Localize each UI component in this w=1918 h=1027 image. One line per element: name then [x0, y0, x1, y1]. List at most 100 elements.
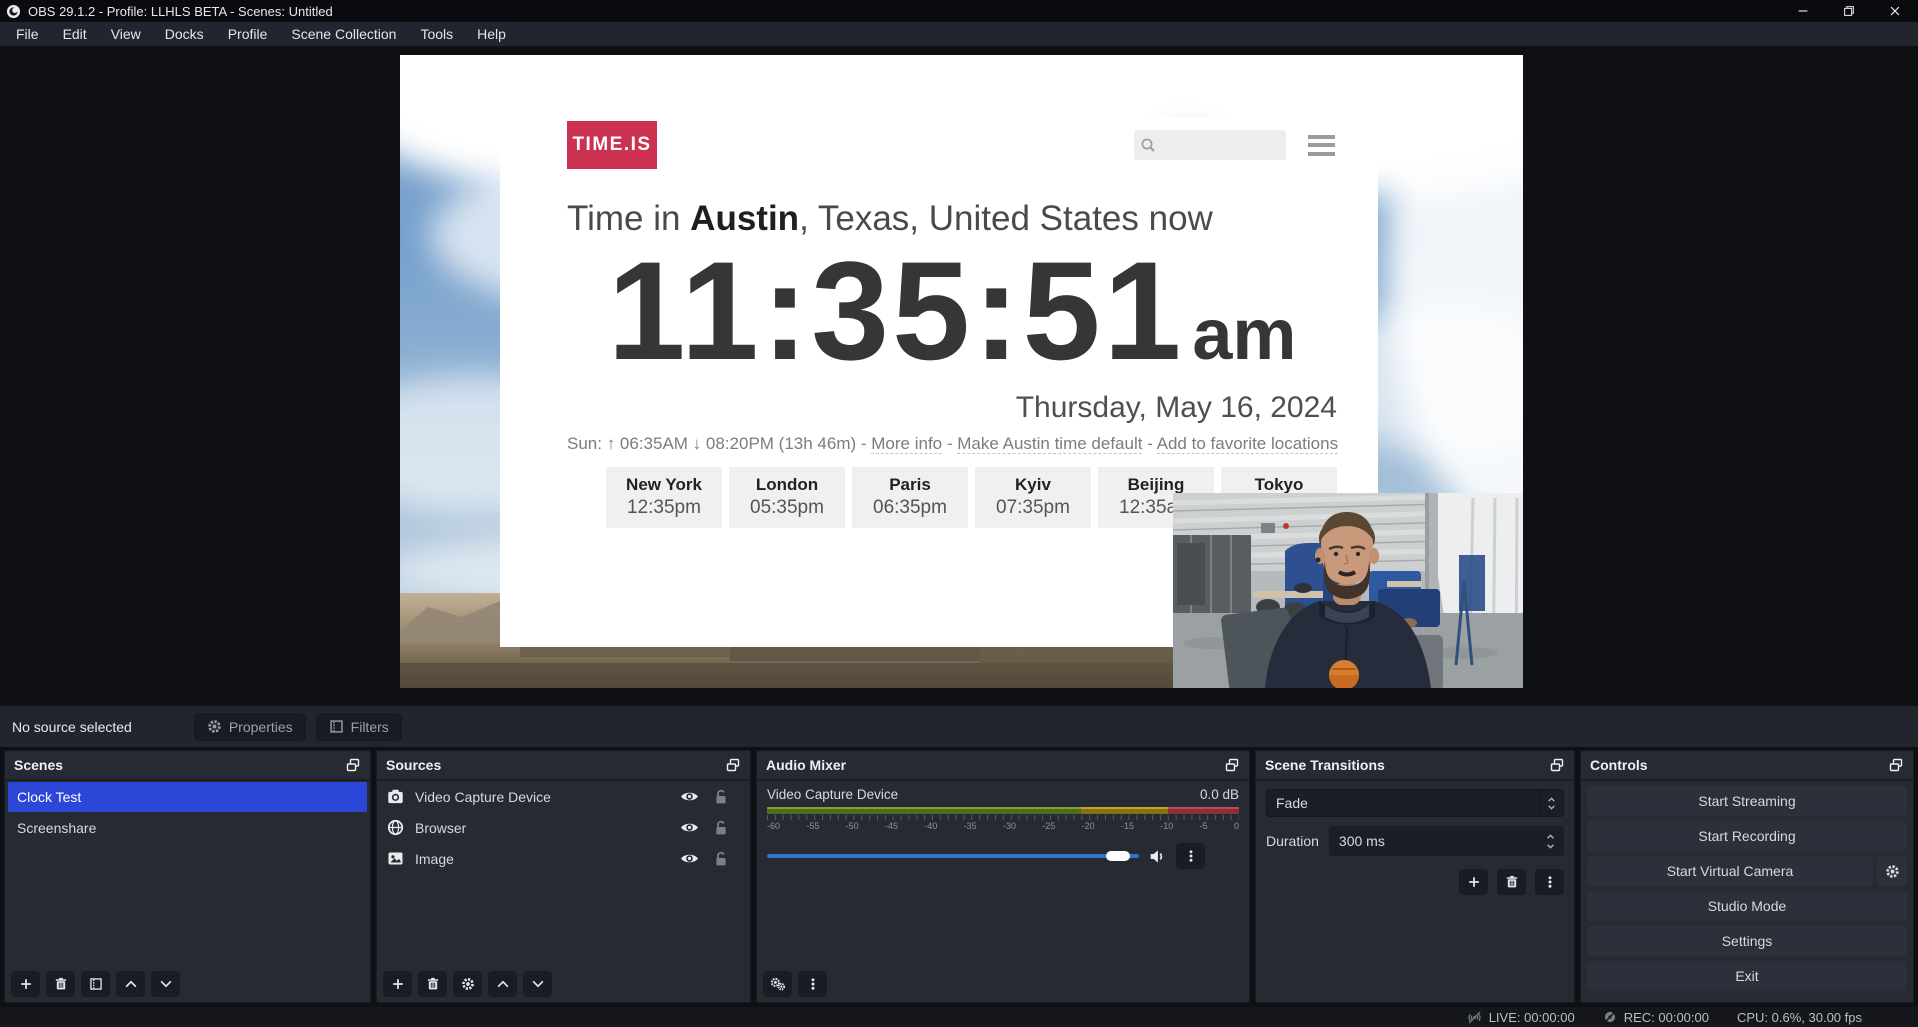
plus-icon — [391, 977, 405, 991]
sources-header[interactable]: Sources — [377, 751, 750, 781]
minimize-button[interactable] — [1780, 0, 1826, 22]
close-button[interactable] — [1872, 0, 1918, 22]
transition-menu-button[interactable] — [1535, 869, 1564, 895]
volume-slider[interactable] — [767, 854, 1139, 858]
scene-item-clock-test[interactable]: Clock Test — [8, 782, 367, 812]
source-row-video-capture[interactable]: Video Capture Device — [377, 781, 750, 812]
more-info-link: More info — [871, 434, 942, 454]
scenes-header[interactable]: Scenes — [5, 751, 370, 781]
volume-slider-handle[interactable] — [1106, 851, 1130, 861]
popout-icon[interactable] — [725, 757, 741, 773]
live-icon — [1467, 1010, 1482, 1025]
mixer-channel-menu-button[interactable] — [1176, 843, 1205, 869]
scene-down-button[interactable] — [151, 971, 180, 997]
menu-item-edit[interactable]: Edit — [51, 24, 99, 44]
start-recording-button[interactable]: Start Recording — [1587, 821, 1907, 851]
speaker-icon[interactable] — [1149, 848, 1166, 865]
timeis-logo: TIME.IS — [567, 121, 657, 169]
add-scene-button[interactable] — [11, 971, 40, 997]
scenes-title: Scenes — [14, 757, 63, 773]
settings-button[interactable]: Settings — [1587, 926, 1907, 956]
menu-item-file[interactable]: File — [4, 24, 51, 44]
meter-tick-labels: -60-55-50-45-40-35-30-25-20-15-10-50 — [767, 821, 1239, 831]
globe-icon — [387, 819, 404, 836]
menu-item-help[interactable]: Help — [465, 24, 518, 44]
popout-icon[interactable] — [1549, 757, 1565, 773]
restore-icon — [1842, 4, 1856, 18]
search-box — [1134, 130, 1286, 160]
cpu-status: CPU: 0.6%, 30.00 fps — [1737, 1010, 1862, 1025]
menu-item-docks[interactable]: Docks — [153, 24, 216, 44]
filters-icon — [329, 719, 344, 734]
remove-transition-button[interactable] — [1497, 869, 1526, 895]
transitions-header[interactable]: Scene Transitions — [1256, 751, 1574, 781]
controls-header[interactable]: Controls — [1581, 751, 1913, 781]
camera-icon — [387, 788, 404, 805]
favorite-link: Add to favorite locations — [1157, 434, 1338, 454]
controls-title: Controls — [1590, 757, 1648, 773]
filters-button[interactable]: Filters — [316, 713, 402, 741]
preview-canvas[interactable]: TIME.IS Time in Austin, Texas, United St… — [400, 55, 1523, 688]
unlock-icon[interactable] — [714, 789, 728, 805]
menubar: File Edit View Docks Profile Scene Colle… — [0, 22, 1918, 46]
properties-button[interactable]: Properties — [194, 713, 306, 741]
exit-button[interactable]: Exit — [1587, 961, 1907, 991]
visibility-eye-icon[interactable] — [680, 821, 699, 834]
rec-status: REC: 00:00:00 — [1603, 1010, 1709, 1025]
add-transition-button[interactable] — [1459, 869, 1488, 895]
statusbar: LIVE: 00:00:00 REC: 00:00:00 CPU: 0.6%, … — [0, 1007, 1918, 1027]
scene-item-screenshare[interactable]: Screenshare — [8, 813, 367, 843]
titlebar[interactable]: OBS 29.1.2 - Profile: LLHLS BETA - Scene… — [0, 0, 1918, 22]
menu-item-scene-collection[interactable]: Scene Collection — [279, 24, 408, 44]
studio-mode-button[interactable]: Studio Mode — [1587, 891, 1907, 921]
source-row-image[interactable]: Image — [377, 843, 750, 874]
source-down-button[interactable] — [523, 971, 552, 997]
cloud — [1385, 55, 1523, 535]
start-streaming-button[interactable]: Start Streaming — [1587, 786, 1907, 816]
obs-window: OBS 29.1.2 - Profile: LLHLS BETA - Scene… — [0, 0, 1918, 1027]
virtual-camera-config-button[interactable] — [1877, 856, 1907, 886]
add-source-button[interactable] — [383, 971, 412, 997]
unlock-icon[interactable] — [714, 851, 728, 867]
menu-item-tools[interactable]: Tools — [408, 24, 465, 44]
search-icon — [1140, 137, 1156, 153]
menu-item-profile[interactable]: Profile — [216, 24, 280, 44]
popout-icon[interactable] — [1888, 757, 1904, 773]
remove-scene-button[interactable] — [46, 971, 75, 997]
menu-item-view[interactable]: View — [99, 24, 153, 44]
sun-info: Sun: ↑ 06:35AM ↓ 08:20PM (13h 46m) - Mor… — [567, 434, 1337, 454]
no-source-label: No source selected — [12, 719, 132, 735]
advanced-audio-button[interactable] — [763, 971, 792, 997]
transition-select[interactable]: Fade — [1266, 789, 1564, 817]
popout-icon[interactable] — [345, 757, 361, 773]
minimize-icon — [1796, 4, 1810, 18]
restore-button[interactable] — [1826, 0, 1872, 22]
chevron-down-icon — [159, 977, 173, 991]
kebab-menu-icon — [1184, 849, 1198, 863]
image-icon — [387, 850, 404, 867]
source-row-browser[interactable]: Browser — [377, 812, 750, 843]
scene-up-button[interactable] — [116, 971, 145, 997]
webcam-source[interactable] — [1173, 493, 1523, 688]
source-properties-button[interactable] — [453, 971, 482, 997]
date-line: Thursday, May 16, 2024 — [567, 391, 1337, 425]
sources-panel: Sources Video Capture Device Browser — [376, 750, 751, 1003]
audio-mixer-header[interactable]: Audio Mixer — [757, 751, 1249, 781]
mixer-menu-button[interactable] — [798, 971, 827, 997]
remove-source-button[interactable] — [418, 971, 447, 997]
gear-icon — [1885, 864, 1900, 879]
chevron-up-icon — [1547, 796, 1556, 803]
unlock-icon[interactable] — [714, 820, 728, 836]
duration-spinbox[interactable]: 300 ms — [1329, 826, 1564, 856]
duration-label: Duration — [1266, 833, 1319, 849]
visibility-eye-icon[interactable] — [680, 790, 699, 803]
clock-display: 11:35:51am — [567, 241, 1337, 381]
visibility-eye-icon[interactable] — [680, 852, 699, 865]
window-title: OBS 29.1.2 - Profile: LLHLS BETA - Scene… — [28, 4, 333, 19]
source-up-button[interactable] — [488, 971, 517, 997]
chevron-up-icon — [1545, 833, 1556, 840]
scene-filters-button[interactable] — [81, 971, 110, 997]
mixer-channel-name: Video Capture Device — [767, 787, 898, 802]
start-virtual-camera-button[interactable]: Start Virtual Camera — [1587, 856, 1873, 886]
popout-icon[interactable] — [1224, 757, 1240, 773]
